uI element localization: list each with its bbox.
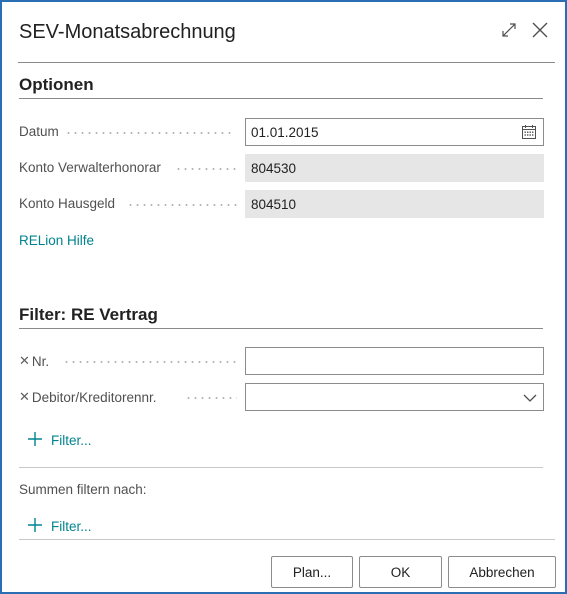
plan-button[interactable]: Plan...: [271, 556, 353, 588]
plus-icon: [27, 431, 43, 450]
add-filter-label: Filter...: [51, 519, 92, 534]
clear-filter-icon[interactable]: ✕: [19, 389, 30, 405]
summen-divider: [19, 467, 543, 468]
nr-label-wrap: ✕ Nr.: [19, 353, 49, 369]
konto-verwalter-label: Konto Verwalterhonorar: [19, 160, 161, 175]
filter-vertrag-divider: [19, 328, 543, 329]
nr-label: Nr.: [31, 353, 50, 369]
datum-row: Datum 01.01.2015: [19, 118, 544, 146]
dialog: SEV-Monatsabrechnung Optionen Datum 01.0…: [0, 0, 567, 594]
add-filter-link-vertrag[interactable]: Filter...: [27, 431, 92, 450]
summen-label: Summen filtern nach:: [19, 482, 147, 497]
konto-hausgeld-row: Konto Hausgeld 804510: [19, 190, 544, 218]
debitor-label-wrap: ✕ Debitor/Kreditorennr.: [19, 389, 156, 405]
close-icon[interactable]: [531, 21, 549, 39]
add-filter-link-summen[interactable]: Filter...: [27, 517, 92, 536]
debitor-select[interactable]: [245, 383, 544, 411]
title-divider: [18, 62, 555, 63]
konto-verwalter-row: Konto Verwalterhonorar 804530: [19, 154, 544, 182]
datum-field[interactable]: 01.01.2015: [245, 118, 544, 146]
datum-label: Datum: [19, 124, 59, 139]
title-actions: [501, 21, 549, 39]
nr-row: ✕ Nr.: [19, 347, 544, 375]
footer-divider: [19, 539, 555, 540]
nr-input[interactable]: [245, 347, 544, 375]
ok-button[interactable]: OK: [359, 556, 442, 588]
konto-verwalter-field: 804530: [245, 154, 544, 182]
konto-hausgeld-label: Konto Hausgeld: [19, 196, 116, 211]
datum-value: 01.01.2015: [251, 125, 319, 140]
calendar-icon[interactable]: [521, 124, 537, 143]
debitor-row: ✕ Debitor/Kreditorennr.: [19, 383, 544, 411]
leader-dots: [63, 361, 237, 363]
plus-icon: [27, 517, 43, 536]
relion-help-link[interactable]: RELion Hilfe: [19, 233, 94, 248]
add-filter-label: Filter...: [51, 433, 92, 448]
expand-icon[interactable]: [501, 22, 517, 38]
chevron-down-icon[interactable]: [523, 391, 537, 406]
debitor-label: Debitor/Kreditorennr.: [31, 389, 157, 405]
konto-hausgeld-field: 804510: [245, 190, 544, 218]
options-heading: Optionen: [19, 75, 94, 94]
cancel-button[interactable]: Abbrechen: [448, 556, 556, 588]
options-divider: [19, 98, 543, 99]
dialog-title: SEV-Monatsabrechnung: [19, 21, 236, 43]
leader-dots: [175, 168, 237, 170]
leader-dots: [185, 397, 237, 399]
filter-vertrag-heading: Filter: RE Vertrag: [19, 305, 158, 324]
konto-verwalter-value: 804530: [251, 161, 297, 176]
leader-dots: [65, 132, 235, 134]
konto-hausgeld-value: 804510: [251, 197, 297, 212]
clear-filter-icon[interactable]: ✕: [19, 353, 30, 369]
leader-dots: [127, 204, 237, 206]
